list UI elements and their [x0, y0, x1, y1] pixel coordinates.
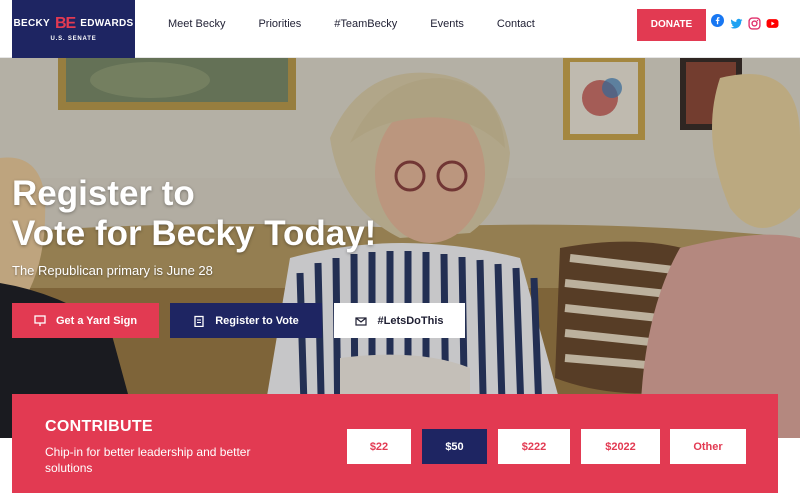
nav-meet-becky[interactable]: Meet Becky: [168, 18, 225, 30]
register-to-vote-label: Register to Vote: [215, 314, 299, 327]
contribute-title: CONTRIBUTE: [45, 418, 153, 435]
lets-do-this-button[interactable]: #LetsDoThis: [334, 303, 465, 338]
logo[interactable]: BECKY BE EDWARDS U.S. SENATE: [12, 0, 135, 58]
yard-sign-label: Get a Yard Sign: [55, 314, 138, 327]
logo-mark: BE: [54, 15, 76, 32]
lets-do-this-label: #LetsDoThis: [377, 314, 444, 327]
envelope-icon: [355, 315, 368, 327]
donate-button[interactable]: DONATE: [637, 9, 706, 41]
logo-wordmark: BECKY BE EDWARDS: [12, 15, 135, 33]
hero-title: Register to Vote for Becky Today!: [12, 174, 442, 254]
instagram-icon[interactable]: [748, 17, 761, 30]
logo-first-name: BECKY: [13, 18, 50, 29]
main-nav: Meet Becky Priorities #TeamBecky Events …: [168, 18, 568, 30]
hero-subtitle: The Republican primary is June 28: [12, 263, 213, 278]
youtube-icon[interactable]: [766, 17, 779, 30]
register-to-vote-button[interactable]: Register to Vote: [170, 303, 322, 338]
twitter-icon[interactable]: [730, 17, 743, 30]
contribute-panel: CONTRIBUTE Chip-in for better leadership…: [12, 394, 778, 493]
amount-other-button[interactable]: Other: [670, 429, 746, 464]
facebook-icon[interactable]: [711, 14, 724, 27]
nav-priorities[interactable]: Priorities: [258, 18, 301, 30]
hero-title-line-1: Register to: [12, 174, 195, 213]
amount-50-button[interactable]: $50: [422, 429, 487, 464]
nav-events[interactable]: Events: [430, 18, 464, 30]
contribute-text: Chip-in for better leadership and better…: [45, 445, 251, 475]
nav-contact[interactable]: Contact: [497, 18, 535, 30]
clipboard-icon: [193, 315, 205, 327]
amount-22-button[interactable]: $22: [347, 429, 411, 464]
yard-sign-button[interactable]: Get a Yard Sign: [12, 303, 159, 338]
nav-team-becky[interactable]: #TeamBecky: [334, 18, 397, 30]
sign-icon: [34, 314, 46, 327]
amount-222-button[interactable]: $222: [498, 429, 570, 464]
hero-title-line-2: Vote for Becky Today!: [12, 214, 377, 253]
amount-2022-button[interactable]: $2022: [581, 429, 660, 464]
hero-section: Register to Vote for Becky Today! The Re…: [0, 58, 800, 438]
logo-subtitle: U.S. SENATE: [50, 36, 97, 42]
logo-last-name: EDWARDS: [80, 18, 134, 29]
site-header: BECKY BE EDWARDS U.S. SENATE Meet Becky …: [0, 0, 800, 58]
